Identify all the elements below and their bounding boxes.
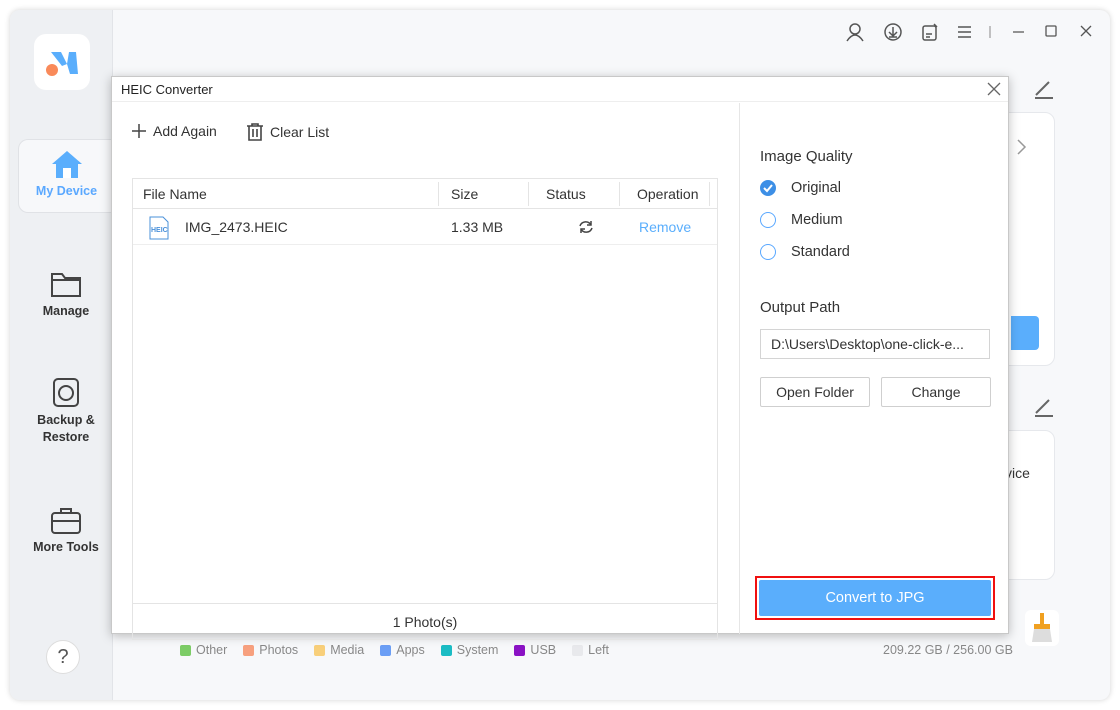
clear-list-label: Clear List — [270, 124, 330, 140]
dialog-title: HEIC Converter — [112, 77, 1008, 102]
add-again-label: Add Again — [153, 123, 217, 139]
card-button[interactable] — [1011, 316, 1039, 350]
output-path-field[interactable]: D:\Users\Desktop\one-click-e... — [760, 329, 990, 359]
trash-icon — [247, 123, 263, 141]
account-icon[interactable] — [845, 22, 865, 42]
sidebar: My Device Manage Backup & Restore More T… — [10, 10, 114, 700]
app-logo — [34, 34, 90, 90]
legend-swatch — [572, 644, 584, 656]
quality-standard-radio[interactable]: Standard — [760, 244, 850, 260]
svg-text:HEIC: HEIC — [151, 227, 168, 234]
radio-label: Original — [791, 180, 841, 196]
quality-original-radio[interactable]: Original — [760, 180, 841, 196]
remove-link[interactable]: Remove — [639, 209, 691, 245]
convert-highlight: Convert to JPG — [755, 576, 995, 620]
file-size: 1.33 MB — [451, 219, 504, 235]
quality-medium-radio[interactable]: Medium — [760, 212, 843, 228]
download-icon[interactable] — [883, 22, 903, 42]
sidebar-item-label: More Tools — [33, 540, 99, 554]
open-folder-button[interactable]: Open Folder — [760, 377, 870, 407]
edit-icon[interactable] — [1033, 78, 1055, 100]
legend-swatch — [180, 644, 191, 656]
edit-icon[interactable] — [1033, 396, 1055, 418]
column-status: Status — [546, 186, 586, 202]
legend-swatch — [440, 644, 452, 656]
legend-label: Other — [196, 643, 228, 657]
legend-label: System — [456, 643, 499, 657]
legend-swatch — [243, 644, 255, 656]
heic-converter-dialog: HEIC Converter Add Again Clear List File… — [111, 76, 1009, 640]
minimize-icon[interactable] — [1010, 22, 1030, 42]
image-quality-label: Image Quality — [760, 148, 853, 165]
sidebar-item-my-device[interactable]: My Device — [18, 139, 114, 213]
legend-label: Apps — [396, 643, 425, 657]
backup-icon — [53, 378, 79, 407]
table-header: File Name Size Status Operation — [133, 179, 717, 209]
help-button[interactable]: ? — [46, 640, 80, 674]
clean-icon[interactable] — [1025, 610, 1059, 646]
sidebar-item-label: My Device — [35, 184, 98, 198]
chevron-right-icon[interactable] — [1015, 137, 1029, 157]
sidebar-item-manage[interactable]: Manage — [18, 260, 114, 334]
column-operation: Operation — [637, 186, 699, 202]
sidebar-item-label: Backup & Restore — [37, 413, 95, 444]
storage-usage: 209.22 GB / 256.00 GB — [883, 643, 1013, 657]
legend-swatch — [314, 644, 326, 656]
sidebar-item-backup-restore[interactable]: Backup & Restore — [18, 368, 114, 452]
dialog-close-icon[interactable] — [986, 81, 1002, 97]
column-size: Size — [451, 186, 479, 202]
home-icon — [51, 151, 82, 178]
file-table: File Name Size Status Operation HEIC IMG… — [132, 178, 718, 640]
file-name: IMG_2473.HEIC — [185, 219, 288, 235]
legend-label: USB — [530, 643, 557, 657]
file-panel: Add Again Clear List File Name Size Stat… — [112, 103, 740, 640]
table-row: HEIC IMG_2473.HEIC 1.33 MB Remove — [133, 209, 717, 245]
radio-label: Standard — [791, 244, 850, 260]
column-file-name: File Name — [143, 186, 207, 202]
check-icon — [763, 184, 773, 193]
folder-icon — [51, 273, 81, 297]
output-path-label: Output Path — [760, 299, 841, 316]
storage-legend: Other Photos Media Apps System USB Left — [180, 643, 609, 657]
menu-icon[interactable] — [955, 22, 975, 42]
divider — [989, 26, 991, 38]
plus-icon — [132, 124, 146, 138]
radio-label: Medium — [791, 212, 843, 228]
add-again-button[interactable]: Add Again — [131, 123, 217, 139]
legend-label: Photos — [259, 643, 299, 657]
legend-label: Media — [330, 643, 365, 657]
legend-label: Left — [588, 643, 609, 657]
sidebar-item-label: Manage — [42, 304, 90, 318]
sidebar-item-more-tools[interactable]: More Tools — [18, 496, 114, 570]
change-button[interactable]: Change — [881, 377, 991, 407]
refresh-icon — [579, 221, 593, 233]
heic-file-icon: HEIC — [149, 216, 169, 240]
close-icon[interactable] — [1078, 22, 1098, 42]
settings-panel: Image Quality Original Medium Standard O… — [741, 103, 1009, 634]
clear-list-button[interactable]: Clear List — [246, 123, 329, 141]
feedback-icon[interactable] — [920, 22, 940, 42]
toolbox-icon — [51, 508, 81, 534]
legend-swatch — [514, 644, 526, 656]
convert-to-jpg-button[interactable]: Convert to JPG — [759, 580, 991, 616]
maximize-icon[interactable] — [1043, 22, 1063, 42]
legend-swatch — [380, 644, 392, 656]
photo-count: 1 Photo(s) — [133, 603, 717, 639]
